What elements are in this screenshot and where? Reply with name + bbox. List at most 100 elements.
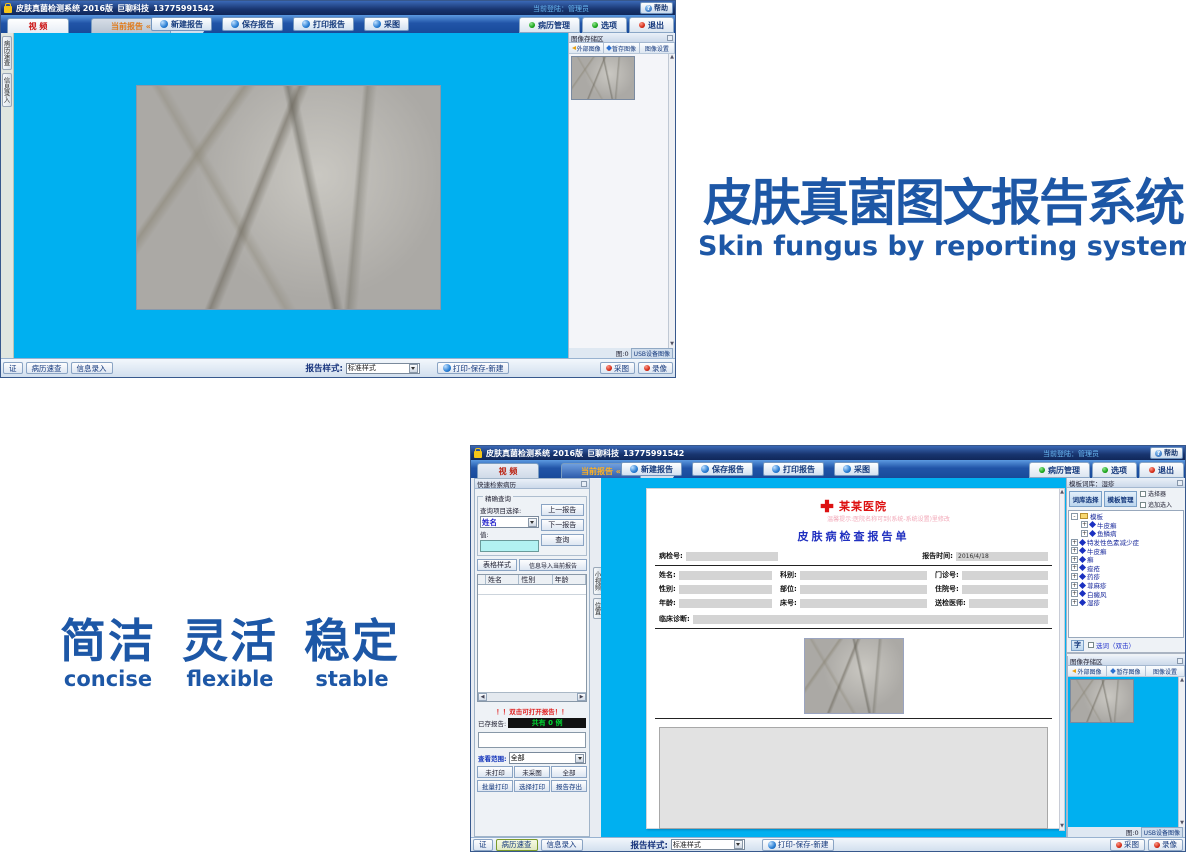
tree-node-root[interactable]: 模板 xyxy=(1071,512,1183,521)
filter-all-button[interactable]: 全部 xyxy=(551,766,587,778)
table-row[interactable] xyxy=(478,585,586,595)
image-settings-button[interactable]: 图像设置 xyxy=(640,43,675,53)
new-report-button[interactable]: 新建报告 xyxy=(621,462,682,476)
image-thumbnail[interactable] xyxy=(1070,679,1134,723)
dropdown-button[interactable] xyxy=(409,364,418,373)
exit-tab[interactable]: 退出 xyxy=(629,17,674,33)
scroll-up-icon[interactable]: ▲ xyxy=(1180,677,1184,684)
capture-button[interactable]: 采图 xyxy=(600,362,635,374)
help-button[interactable]: 帮助 xyxy=(1150,447,1183,459)
report-style-select[interactable]: 标准样式 xyxy=(671,839,745,850)
selector-checkbox[interactable]: 选择器 xyxy=(1140,489,1172,498)
pick-word-checkbox[interactable]: 选词（双击） xyxy=(1088,640,1135,650)
options-tab[interactable]: 选项 xyxy=(1092,462,1137,478)
export-report-button[interactable]: 报告存出 xyxy=(551,780,587,792)
expand-icon[interactable] xyxy=(1081,530,1088,537)
report-style-select[interactable]: 标准样式 xyxy=(346,363,420,374)
dropdown-button[interactable] xyxy=(734,840,743,849)
records-management-tab[interactable]: 病历管理 xyxy=(1029,462,1090,478)
exit-tab[interactable]: 退出 xyxy=(1139,462,1184,478)
capture-button[interactable]: 采图 xyxy=(364,17,409,31)
expand-icon[interactable] xyxy=(1071,564,1078,571)
save-report-button[interactable]: 保存报告 xyxy=(222,17,283,31)
info-entry-button[interactable]: 信息录入 xyxy=(541,839,583,851)
expand-icon[interactable] xyxy=(1071,599,1078,606)
help-button[interactable]: 帮助 xyxy=(640,2,673,14)
filter-unprinted-button[interactable]: 未打印 xyxy=(477,766,513,778)
table-style-button[interactable]: 表格样式 xyxy=(477,559,517,571)
next-report-button[interactable]: 下一报告 xyxy=(541,519,584,531)
panel-box-icon[interactable] xyxy=(1177,480,1183,486)
record-button[interactable]: 录像 xyxy=(1148,839,1183,851)
results-table[interactable]: 姓名 性别 年龄 ◀ ▶ xyxy=(477,574,587,702)
info-entry-button[interactable]: 信息录入 xyxy=(71,362,113,374)
collapse-icon[interactable] xyxy=(1071,513,1078,520)
usb-device-label[interactable]: USB设备图像 xyxy=(631,348,673,359)
tree-node[interactable]: 牛皮癣 xyxy=(1071,521,1183,530)
scrollbar-vertical[interactable]: ▲ ▼ xyxy=(1178,677,1185,827)
scroll-down-icon[interactable]: ▼ xyxy=(1180,820,1184,827)
expand-icon[interactable] xyxy=(1071,556,1078,563)
image-settings-button[interactable]: 图像设置 xyxy=(1146,666,1185,676)
tab-video[interactable]: 视 频 xyxy=(7,18,69,33)
select-print-button[interactable]: 选择打印 xyxy=(514,780,550,792)
expand-icon[interactable] xyxy=(1071,547,1078,554)
scroll-up-icon[interactable]: ▲ xyxy=(670,54,674,61)
query-button[interactable]: 查询 xyxy=(541,534,584,546)
prev-report-button[interactable]: 上一报告 xyxy=(541,504,584,516)
external-image-button[interactable]: 外部图像 xyxy=(569,43,604,53)
tree-node[interactable]: 湿疹 xyxy=(1071,598,1183,607)
title-bar[interactable]: 皮肤真菌检测系统 2016版 巨聊科技 13775991542 当前登陆：管理员… xyxy=(471,446,1185,460)
findings-textarea[interactable] xyxy=(659,727,1048,829)
dropdown-button[interactable] xyxy=(575,754,584,763)
records-management-tab[interactable]: 病历管理 xyxy=(519,17,580,33)
cert-button[interactable]: 证 xyxy=(3,362,23,374)
side-tab-info-entry[interactable]: 信息录入 xyxy=(2,73,12,107)
expand-icon[interactable] xyxy=(1071,539,1078,546)
new-report-button[interactable]: 新建报告 xyxy=(151,17,212,31)
scrollbar-horizontal[interactable]: ◀ ▶ xyxy=(478,692,586,701)
image-thumbnail[interactable] xyxy=(571,56,635,100)
template-manage-button[interactable]: 模板管理 xyxy=(1104,491,1137,507)
import-info-button[interactable]: 信息导入当前报告 xyxy=(519,559,587,571)
usb-device-label[interactable]: USB设备图像 xyxy=(1141,827,1183,838)
print-save-new-button[interactable]: 打印-保存-新建 xyxy=(437,362,509,374)
query-value-input[interactable] xyxy=(480,540,539,552)
word-button[interactable]: 字 xyxy=(1071,640,1084,651)
panel-box-icon[interactable] xyxy=(1177,658,1183,664)
expand-icon[interactable] xyxy=(1071,582,1078,589)
temp-image-button[interactable]: 暂存图像 xyxy=(1107,666,1146,676)
append-checkbox[interactable]: 追加选入 xyxy=(1140,500,1172,509)
options-tab[interactable]: 选项 xyxy=(582,17,627,33)
scroll-right-icon[interactable]: ▶ xyxy=(577,693,586,701)
dropdown-button[interactable] xyxy=(528,518,537,527)
scroll-down-icon[interactable]: ▼ xyxy=(670,341,674,348)
external-image-button[interactable]: 外部图像 xyxy=(1068,666,1107,676)
expand-icon[interactable] xyxy=(1071,573,1078,580)
expand-icon[interactable] xyxy=(1081,521,1088,528)
title-bar[interactable]: 皮肤真菌检测系统 2016版 巨聊科技 13775991542 当前登陆：管理员… xyxy=(1,1,675,15)
tab-video[interactable]: 视 频 xyxy=(477,463,539,478)
quick-search-button[interactable]: 病历速查 xyxy=(496,839,538,851)
filter-uncaptured-button[interactable]: 未采图 xyxy=(514,766,550,778)
save-report-button[interactable]: 保存报告 xyxy=(692,462,753,476)
expand-icon[interactable] xyxy=(1071,590,1078,597)
scroll-down-icon[interactable]: ▼ xyxy=(1060,823,1064,830)
scroll-up-icon[interactable]: ▲ xyxy=(1060,489,1064,496)
record-button[interactable]: 录像 xyxy=(638,362,673,374)
print-report-button[interactable]: 打印报告 xyxy=(293,17,354,31)
scroll-left-icon[interactable]: ◀ xyxy=(478,693,487,701)
quick-search-button[interactable]: 病历速查 xyxy=(26,362,68,374)
cert-button[interactable]: 证 xyxy=(473,839,493,851)
print-save-new-button[interactable]: 打印-保存-新建 xyxy=(762,839,834,851)
capture-button[interactable]: 采图 xyxy=(1110,839,1145,851)
side-tab-quick-search[interactable]: 病历速查 xyxy=(2,36,12,70)
view-scope-select[interactable]: 全部 xyxy=(509,752,586,764)
query-field-select[interactable]: 姓名 xyxy=(480,516,539,528)
batch-print-button[interactable]: 批量打印 xyxy=(477,780,513,792)
panel-box-icon[interactable] xyxy=(667,35,673,41)
capture-button[interactable]: 采图 xyxy=(834,462,879,476)
print-report-button[interactable]: 打印报告 xyxy=(763,462,824,476)
temp-image-button[interactable]: 暂存图像 xyxy=(604,43,639,53)
scrollbar-vertical[interactable]: ▲ ▼ xyxy=(668,54,675,348)
